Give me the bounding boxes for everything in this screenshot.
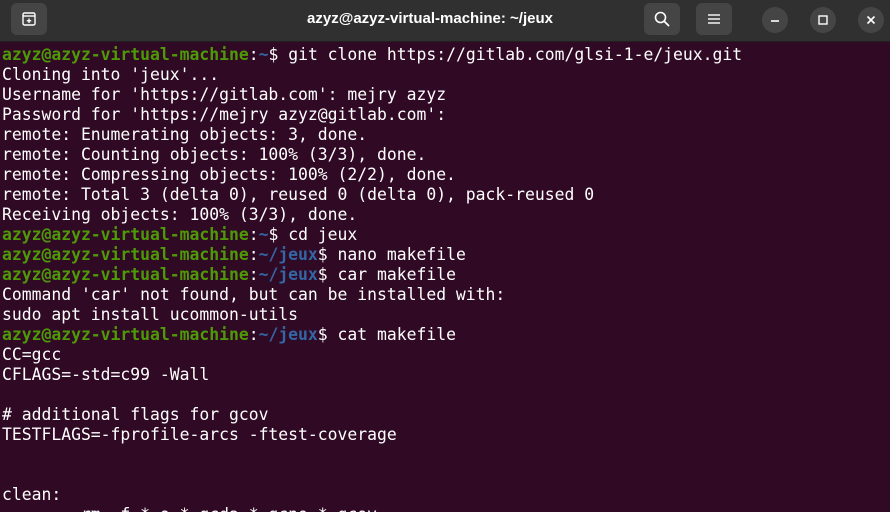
prompt-line: azyz@azyz-virtual-machine:~$ git clone h…	[0, 45, 890, 65]
menu-button[interactable]	[696, 3, 732, 35]
prompt-path: ~/jeux	[258, 325, 318, 344]
prompt-user: azyz@azyz-virtual-machine	[2, 45, 249, 64]
prompt-path: ~	[258, 45, 269, 64]
minimize-icon	[771, 20, 779, 22]
output-line: sudo apt install ucommon-utils	[2, 305, 299, 324]
output-line: Password for 'https://mejry azyz@gitlab.…	[2, 105, 447, 124]
output-line: CFLAGS=-std=c99 -Wall	[2, 365, 210, 384]
prompt-user: azyz@azyz-virtual-machine	[2, 245, 249, 264]
prompt-path: ~/jeux	[258, 245, 318, 264]
prompt-path: ~	[258, 225, 269, 244]
output-line: remote: Counting objects: 100% (3/3), do…	[2, 145, 427, 164]
maximize-button[interactable]	[810, 7, 836, 33]
window-title: azyz@azyz-virtual-machine: ~/jeux	[307, 10, 553, 27]
prompt-symbol: $	[268, 45, 289, 64]
output-line: remote: Total 3 (delta 0), reused 0 (del…	[2, 185, 595, 204]
new-tab-icon	[22, 12, 36, 26]
prompt-symbol: $	[317, 325, 338, 344]
prompt-line: azyz@azyz-virtual-machine:~$ cd jeux	[0, 225, 890, 245]
prompt-separator: :	[248, 225, 259, 244]
close-button[interactable]	[858, 7, 884, 33]
output-line: Username for 'https://gitlab.com': mejry…	[2, 85, 447, 104]
prompt-symbol: $	[317, 265, 338, 284]
prompt-line: azyz@azyz-virtual-machine:~/jeux$ cat ma…	[0, 325, 890, 345]
prompt-user: azyz@azyz-virtual-machine	[2, 325, 249, 344]
prompt-symbol: $	[317, 245, 338, 264]
output-line: TESTFLAGS=-fprofile-arcs -ftest-coverage	[2, 425, 397, 444]
command-text: cd jeux	[288, 225, 358, 244]
terminal-window: azyz@azyz-virtual-machine: ~/jeux azyz@a…	[0, 0, 890, 512]
command-text: nano makefile	[337, 245, 466, 264]
output-line: CC=gcc	[2, 345, 62, 364]
output-line: remote: Enumerating objects: 3, done.	[2, 125, 368, 144]
output-line: Receiving objects: 100% (3/3), done.	[2, 205, 358, 224]
prompt-separator: :	[248, 245, 259, 264]
new-tab-button[interactable]	[11, 3, 47, 35]
hamburger-menu-icon	[708, 14, 720, 24]
output-line: Cloning into 'jeux'...	[2, 65, 220, 84]
command-text: cat makefile	[337, 325, 456, 344]
search-button[interactable]	[644, 3, 680, 35]
prompt-symbol: $	[268, 225, 289, 244]
title-bar: azyz@azyz-virtual-machine: ~/jeux	[0, 0, 890, 42]
prompt-user: azyz@azyz-virtual-machine	[2, 265, 249, 284]
close-icon	[866, 15, 876, 25]
prompt-line: azyz@azyz-virtual-machine:~/jeux$ nano m…	[0, 245, 890, 265]
output-line: rm -f *.o *.gcda *.gcno *.gcov	[0, 505, 890, 512]
command-text: git clone https://gitlab.com/glsi-1-e/je…	[288, 45, 743, 64]
prompt-separator: :	[248, 45, 259, 64]
maximize-icon	[818, 15, 828, 25]
search-icon	[654, 11, 670, 27]
prompt-line: azyz@azyz-virtual-machine:~/jeux$ car ma…	[0, 265, 890, 285]
output-line: clean:	[2, 485, 62, 504]
output-line: Command 'car' not found, but can be inst…	[2, 285, 506, 304]
command-text: car makefile	[337, 265, 456, 284]
terminal-output[interactable]: azyz@azyz-virtual-machine:~$ git clone h…	[0, 45, 890, 512]
prompt-user: azyz@azyz-virtual-machine	[2, 225, 249, 244]
prompt-separator: :	[248, 325, 259, 344]
output-line: # additional flags for gcov	[2, 405, 269, 424]
output-line: remote: Compressing objects: 100% (2/2),…	[2, 165, 456, 184]
prompt-path: ~/jeux	[258, 265, 318, 284]
prompt-separator: :	[248, 265, 259, 284]
minimize-button[interactable]	[762, 7, 788, 33]
